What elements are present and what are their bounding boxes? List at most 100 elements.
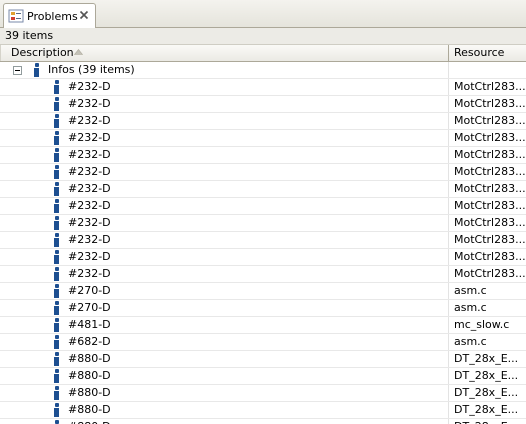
problem-resource: MotCtrl283... (454, 216, 526, 229)
table-row[interactable]: #232-D MotCtrl283... (0, 164, 526, 181)
table-row[interactable]: #270-D asm.c (0, 300, 526, 317)
table-row[interactable]: #880-D DT_28x_E... (0, 385, 526, 402)
item-count-bar: 39 items (0, 28, 526, 44)
problem-description: #232-D (68, 199, 111, 212)
table-row[interactable]: #232-D MotCtrl283... (0, 232, 526, 249)
problem-description: #232-D (68, 131, 111, 144)
item-count: 39 items (5, 29, 54, 42)
resource-cell: MotCtrl283... (449, 198, 526, 214)
table-row[interactable]: #880-DDT_28x_E... (0, 368, 526, 385)
description-cell: #232-D (0, 79, 449, 95)
problem-description: #232-D (68, 216, 111, 229)
problem-resource: MotCtrl283... (454, 182, 526, 195)
table-row[interactable]: #232-D MotCtrl283... (0, 79, 526, 96)
problem-resource: MotCtrl283... (454, 148, 526, 161)
description-cell: #232-D (0, 113, 449, 129)
problem-description: #232-D (68, 80, 111, 93)
description-cell: #481-D (0, 317, 449, 333)
group-row-infos[interactable]: Infos (39 items) (0, 62, 526, 79)
problem-resource: DT_28x_E... (454, 386, 519, 399)
problem-description: #270-D (68, 284, 111, 297)
problem-description: #682-D (68, 335, 111, 348)
info-icon (52, 284, 62, 298)
table-row[interactable]: #270-D asm.c (0, 283, 526, 300)
column-header-resource[interactable]: Resource (449, 45, 526, 61)
resource-cell: mc_slow.c (449, 317, 526, 333)
problem-resource: asm.c (454, 284, 487, 297)
problem-description: #232-D (68, 148, 111, 161)
resource-cell: asm.c (449, 283, 526, 299)
problem-description: #232-D (68, 267, 111, 280)
problem-resource: asm.c (454, 335, 487, 348)
description-cell: #880-D (0, 402, 449, 418)
description-cell: #270-D (0, 300, 449, 316)
problem-resource: MotCtrl283... (454, 250, 526, 263)
description-cell: Infos (39 items) (0, 62, 449, 78)
table-row[interactable]: #232-D MotCtrl283... (0, 147, 526, 164)
problems-icon (8, 9, 24, 23)
column-header-description[interactable]: Description (0, 45, 449, 61)
table-row[interactable]: #232-D MotCtrl283... (0, 266, 526, 283)
resource-cell: MotCtrl283... (449, 113, 526, 129)
table-row[interactable]: #232-D MotCtrl283... (0, 198, 526, 215)
problem-resource: MotCtrl283... (454, 97, 526, 110)
table-row[interactable]: #232-D MotCtrl283... (0, 181, 526, 198)
table-row[interactable]: #232-D MotCtrl283... (0, 130, 526, 147)
resource-cell: MotCtrl283... (449, 147, 526, 163)
table-row[interactable]: #232-D MotCtrl283... (0, 96, 526, 113)
sort-ascending-icon (74, 49, 83, 55)
problem-resource: MotCtrl283... (454, 165, 526, 178)
resource-cell: MotCtrl283... (449, 215, 526, 231)
resource-cell: asm.c (449, 334, 526, 350)
problem-resource: MotCtrl283... (454, 114, 526, 127)
description-cell: #682-D (0, 334, 449, 350)
description-cell: #880-D (0, 351, 449, 367)
column-header-label: Description (11, 46, 74, 59)
description-cell: #880-D (0, 368, 449, 384)
description-cell: #232-D (0, 130, 449, 146)
resource-cell: MotCtrl283... (449, 181, 526, 197)
table-row[interactable]: #232-D MotCtrl283... (0, 215, 526, 232)
description-cell: #270-D (0, 283, 449, 299)
description-cell: #232-D (0, 164, 449, 180)
problem-description: #880-D (68, 403, 111, 416)
table-row[interactable]: #682-D asm.c (0, 334, 526, 351)
problem-resource: MotCtrl283... (454, 131, 526, 144)
table-row[interactable]: #880-DDT_28x_E... (0, 402, 526, 419)
problem-description: #232-D (68, 233, 111, 246)
table-row[interactable]: #880-DDT_28x_E... (0, 419, 526, 424)
description-cell: #232-D (0, 215, 449, 231)
problem-resource: asm.c (454, 301, 487, 314)
problem-resource: mc_slow.c (454, 318, 510, 331)
problem-description: #880-D (68, 386, 111, 399)
description-cell: #232-D (0, 147, 449, 163)
info-icon (52, 148, 62, 162)
info-icon (52, 199, 62, 213)
info-icon (32, 63, 42, 77)
collapse-icon[interactable] (13, 66, 22, 75)
close-icon[interactable] (78, 9, 90, 21)
table-header: Description Resource (0, 44, 526, 62)
resource-cell: MotCtrl283... (449, 164, 526, 180)
view-tab-bar: Problems (0, 0, 526, 28)
description-cell: #880-D (0, 419, 449, 424)
table-row[interactable]: #481-D mc_slow.c (0, 317, 526, 334)
description-cell: #232-D (0, 96, 449, 112)
info-icon (52, 131, 62, 145)
problem-description: #232-D (68, 165, 111, 178)
info-icon (52, 352, 62, 366)
resource-cell (449, 62, 526, 78)
table-row[interactable]: #232-D MotCtrl283... (0, 249, 526, 266)
tab-problems[interactable]: Problems (3, 3, 96, 28)
table-row[interactable]: #232-D MotCtrl283... (0, 113, 526, 130)
info-icon (52, 216, 62, 230)
problem-description: #232-D (68, 114, 111, 127)
info-icon (52, 403, 62, 417)
problem-resource: MotCtrl283... (454, 80, 526, 93)
table-row[interactable]: #880-DDT_28x_E... (0, 351, 526, 368)
info-icon (52, 267, 62, 281)
problem-description: #232-D (68, 250, 111, 263)
info-icon (52, 318, 62, 332)
info-icon (52, 369, 62, 383)
resource-cell: DT_28x_E... (449, 368, 526, 384)
